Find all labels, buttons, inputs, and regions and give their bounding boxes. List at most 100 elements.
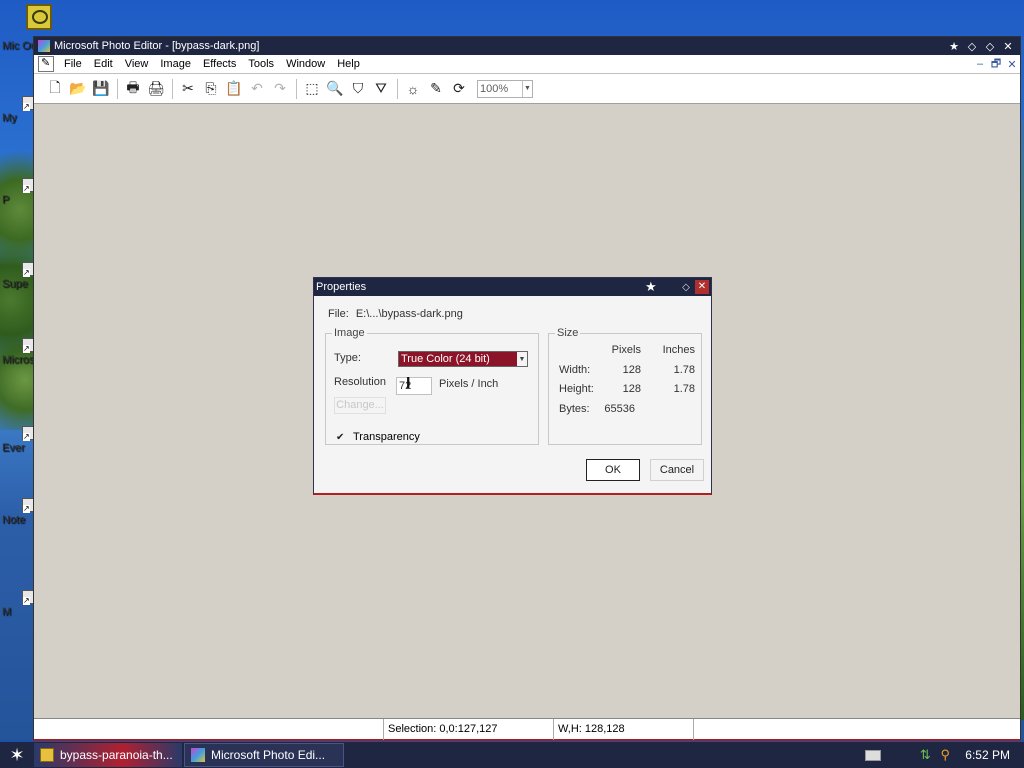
close-dialog-button[interactable]: ✕ bbox=[695, 280, 709, 294]
size-group-label: Size bbox=[555, 327, 581, 339]
chevron-down-icon[interactable]: ▼ bbox=[517, 352, 527, 366]
window-titlebar[interactable]: Microsoft Photo Editor - [bypass-dark.pn… bbox=[34, 37, 1020, 55]
height-pixels: 128 bbox=[622, 383, 641, 395]
cut-icon[interactable]: ✂ bbox=[177, 78, 199, 100]
maximize-window-button[interactable]: ◇ bbox=[984, 40, 996, 53]
resolution-unit: Pixels / Inch bbox=[439, 378, 499, 390]
status-size: W,H: 128,128 bbox=[554, 718, 694, 740]
network-icon[interactable]: ⇅ bbox=[917, 747, 933, 763]
col-inches-header: Inches bbox=[662, 344, 695, 356]
desktop-icon-p[interactable]: P bbox=[2, 178, 36, 206]
width-pixels: 128 bbox=[622, 364, 641, 376]
select-icon[interactable]: ⬚ bbox=[301, 78, 323, 100]
bytes-value: 65536 bbox=[604, 403, 635, 415]
desktop-icon-m[interactable]: M bbox=[2, 590, 36, 618]
height-inches: 1.78 bbox=[673, 383, 695, 395]
desktop-icon-super[interactable]: Supe bbox=[2, 262, 36, 290]
menu-effects[interactable]: Effects bbox=[197, 55, 242, 74]
desktop-icon-studio[interactable]: Microsc Studi bbox=[2, 338, 36, 366]
text-cursor-icon: I bbox=[406, 375, 411, 392]
doc-minimize-button[interactable]: – bbox=[972, 58, 988, 70]
dialog-titlebar[interactable]: Properties ★ ◇ ✕ bbox=[314, 278, 711, 296]
properties-dialog: Properties ★ ◇ ✕ File: E:\...\bypass-dar… bbox=[313, 277, 712, 495]
desktop-icon-label: Mic Ou bbox=[2, 40, 36, 52]
open-icon[interactable]: 📂 bbox=[67, 78, 89, 100]
print-icon[interactable]: 🖶 bbox=[122, 78, 144, 100]
type-value: True Color (24 bit) bbox=[401, 353, 490, 365]
type-label: Type: bbox=[334, 352, 361, 364]
save-icon[interactable]: 💾 bbox=[90, 78, 112, 100]
image-group-label: Image bbox=[332, 327, 367, 339]
crop-icon[interactable]: ⛉ bbox=[347, 78, 369, 100]
height-label: Height: bbox=[559, 383, 594, 395]
size-group: Size Pixels Inches Width: 128 1.78 Heigh… bbox=[548, 327, 702, 445]
desktop-icon-label: Microsc Studi bbox=[2, 354, 36, 366]
toolbar-separator bbox=[296, 78, 297, 99]
photo-editor-icon bbox=[191, 748, 205, 762]
keyboard-icon[interactable] bbox=[865, 749, 882, 761]
doc-close-button[interactable]: ✕ bbox=[1004, 58, 1020, 71]
ok-button[interactable]: OK bbox=[586, 459, 640, 481]
menu-view[interactable]: View bbox=[119, 55, 155, 74]
desktop-icon-notepad[interactable]: Note bbox=[2, 498, 36, 526]
zoom-icon[interactable]: 🔍 bbox=[324, 78, 346, 100]
start-button[interactable]: ✶ bbox=[0, 742, 34, 768]
redo-icon[interactable]: ↷ bbox=[269, 78, 291, 100]
desktop-shortcut-icon[interactable] bbox=[26, 4, 52, 30]
menu-edit[interactable]: Edit bbox=[88, 55, 119, 74]
document-icon[interactable] bbox=[38, 56, 54, 72]
copy-icon[interactable]: ⎘ bbox=[200, 78, 222, 100]
transparency-checkbox[interactable]: ✔ Transparency bbox=[336, 431, 420, 443]
file-row: File: E:\...\bypass-dark.png bbox=[328, 308, 467, 320]
bytes-label: Bytes: bbox=[559, 403, 590, 415]
taskbar-item-label: bypass-paranoia-th... bbox=[60, 748, 173, 762]
menu-help[interactable]: Help bbox=[331, 55, 366, 74]
desktop-icon-label: Note bbox=[2, 514, 26, 526]
desktop-icon-label: Ever bbox=[2, 442, 25, 454]
resolution-input[interactable]: 72 bbox=[396, 377, 432, 395]
toolbar-separator bbox=[117, 78, 118, 99]
clock[interactable]: 6:52 PM bbox=[965, 748, 1010, 762]
taskbar-item-folder[interactable]: bypass-paranoia-th... bbox=[34, 743, 182, 767]
smudge-icon[interactable]: ⛛ bbox=[370, 78, 392, 100]
status-selection: Selection: 0,0:127,127 bbox=[384, 718, 554, 740]
system-tray: ⇅ ⚲ 6:52 PM bbox=[865, 742, 1024, 768]
desktop-icon-ever[interactable]: Ever bbox=[2, 426, 36, 454]
menu-bar: File Edit View Image Effects Tools Windo… bbox=[34, 55, 1020, 74]
pen-icon[interactable]: ✎ bbox=[425, 78, 447, 100]
new-icon[interactable]: 🗋 bbox=[44, 78, 66, 100]
doc-restore-button[interactable]: 🗗 bbox=[988, 55, 1004, 74]
scan-icon[interactable]: 🖨 bbox=[145, 78, 167, 100]
menu-image[interactable]: Image bbox=[154, 55, 197, 74]
undo-icon[interactable]: ↶ bbox=[246, 78, 268, 100]
star-icon[interactable]: ★ bbox=[645, 279, 659, 295]
menu-tools[interactable]: Tools bbox=[242, 55, 280, 74]
paste-icon[interactable]: 📋 bbox=[223, 78, 245, 100]
checkmark-icon[interactable]: ✔ bbox=[336, 432, 347, 443]
window-title: Microsoft Photo Editor - [bypass-dark.pn… bbox=[54, 40, 260, 52]
cancel-button[interactable]: Cancel bbox=[650, 459, 704, 481]
desktop-icon-my[interactable]: My bbox=[2, 96, 36, 124]
menu-file[interactable]: File bbox=[58, 55, 88, 74]
width-label: Width: bbox=[559, 364, 591, 376]
change-button[interactable]: Change... bbox=[334, 397, 386, 414]
rotate-icon[interactable]: ⟳ bbox=[448, 78, 470, 100]
minimize-window-button[interactable]: ◇ bbox=[966, 40, 978, 53]
search-icon[interactable]: ⚲ bbox=[937, 747, 953, 763]
type-select[interactable]: True Color (24 bit) ▼ bbox=[398, 351, 528, 367]
desktop-icon-label: Supe bbox=[2, 278, 28, 290]
toolbar-separator bbox=[397, 78, 398, 99]
brightness-icon[interactable]: ☼ bbox=[402, 78, 424, 100]
taskbar: ✶ bypass-paranoia-th... Microsoft Photo … bbox=[0, 742, 1024, 768]
zoom-select[interactable]: 100% ▼ bbox=[477, 79, 533, 98]
pin-icon[interactable]: ◇ bbox=[679, 282, 693, 293]
chevron-down-icon[interactable]: ▼ bbox=[522, 80, 532, 97]
star-icon[interactable]: ★ bbox=[948, 40, 960, 53]
desktop-icon-label: My bbox=[2, 112, 17, 124]
photo-editor-app-icon[interactable] bbox=[38, 40, 50, 52]
taskbar-item-photo-editor[interactable]: Microsoft Photo Edi... bbox=[184, 743, 344, 767]
menu-window[interactable]: Window bbox=[280, 55, 331, 74]
resolution-label: Resolution bbox=[334, 376, 386, 388]
close-window-button[interactable]: ✕ bbox=[1002, 40, 1014, 53]
status-bar: Selection: 0,0:127,127 W,H: 128,128 bbox=[34, 718, 1020, 740]
